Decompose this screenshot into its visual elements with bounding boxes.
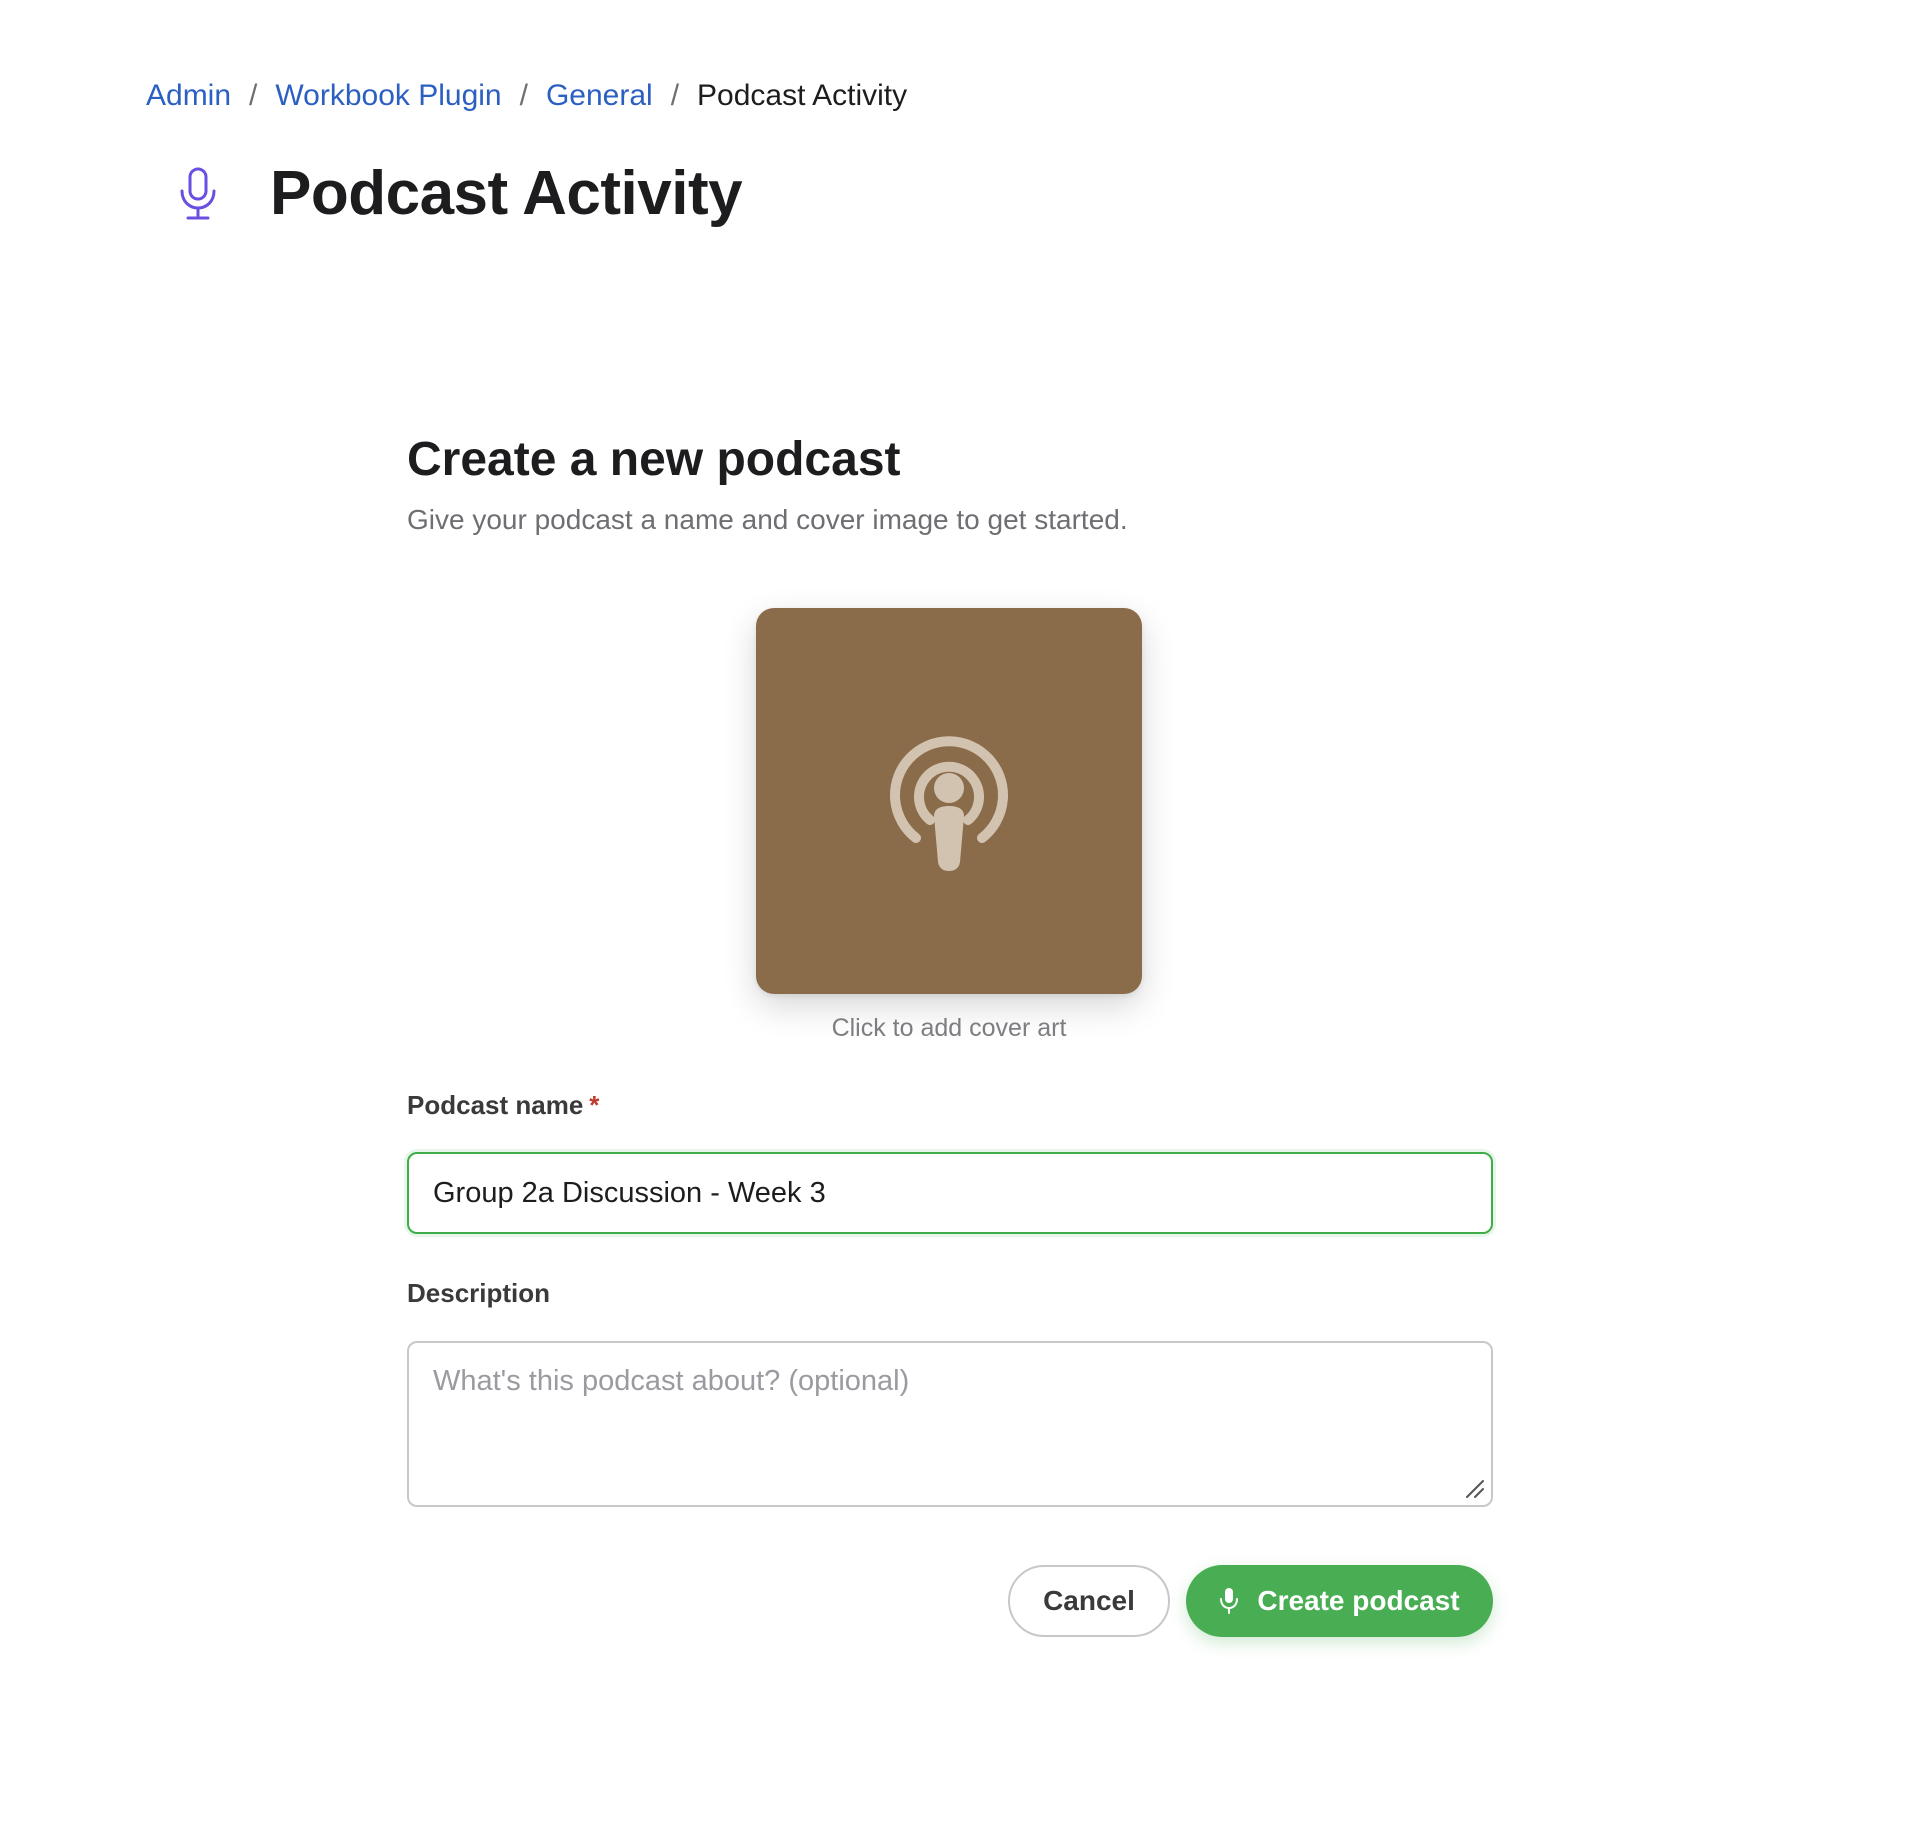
create-podcast-form: Create a new podcast Give your podcast a… (407, 430, 1493, 1637)
podcast-icon (890, 736, 1008, 871)
breadcrumb: Admin / Workbook Plugin / General / Podc… (146, 76, 907, 116)
microphone-icon (1220, 1588, 1239, 1614)
breadcrumb-link-workbook-plugin[interactable]: Workbook Plugin (275, 76, 501, 116)
cover-art-button[interactable] (756, 608, 1142, 994)
microphone-icon (180, 167, 216, 220)
podcast-name-label: Podcast name * (407, 1088, 599, 1122)
page-title: Podcast Activity (270, 159, 743, 228)
description-textarea[interactable] (407, 1341, 1493, 1507)
cover-art-hint: Click to add cover art (831, 1014, 1067, 1042)
podcast-name-input[interactable] (407, 1152, 1493, 1234)
podcast-name-label-text: Podcast name (407, 1090, 584, 1120)
cancel-button[interactable]: Cancel (1008, 1565, 1170, 1637)
create-podcast-label: Create podcast (1257, 1585, 1460, 1616)
breadcrumb-separator: / (670, 79, 680, 112)
breadcrumb-separator: / (519, 79, 528, 112)
breadcrumb-separator: / (249, 79, 258, 112)
form-title: Create a new podcast (407, 433, 901, 486)
page-header: Podcast Activity (176, 158, 743, 230)
description-label: Description (407, 1278, 551, 1308)
create-podcast-button[interactable]: Create podcast (1186, 1565, 1493, 1637)
cover-art-picker: Click to add cover art (756, 608, 1142, 1044)
resize-handle-icon[interactable] (1463, 1477, 1485, 1499)
breadcrumb-link-general[interactable]: General (546, 76, 653, 116)
required-marker: * (589, 1090, 600, 1120)
breadcrumb-current: Podcast Activity (697, 79, 908, 112)
breadcrumb-link-admin[interactable]: Admin (146, 76, 231, 116)
form-subtitle: Give your podcast a name and cover image… (407, 504, 1128, 535)
